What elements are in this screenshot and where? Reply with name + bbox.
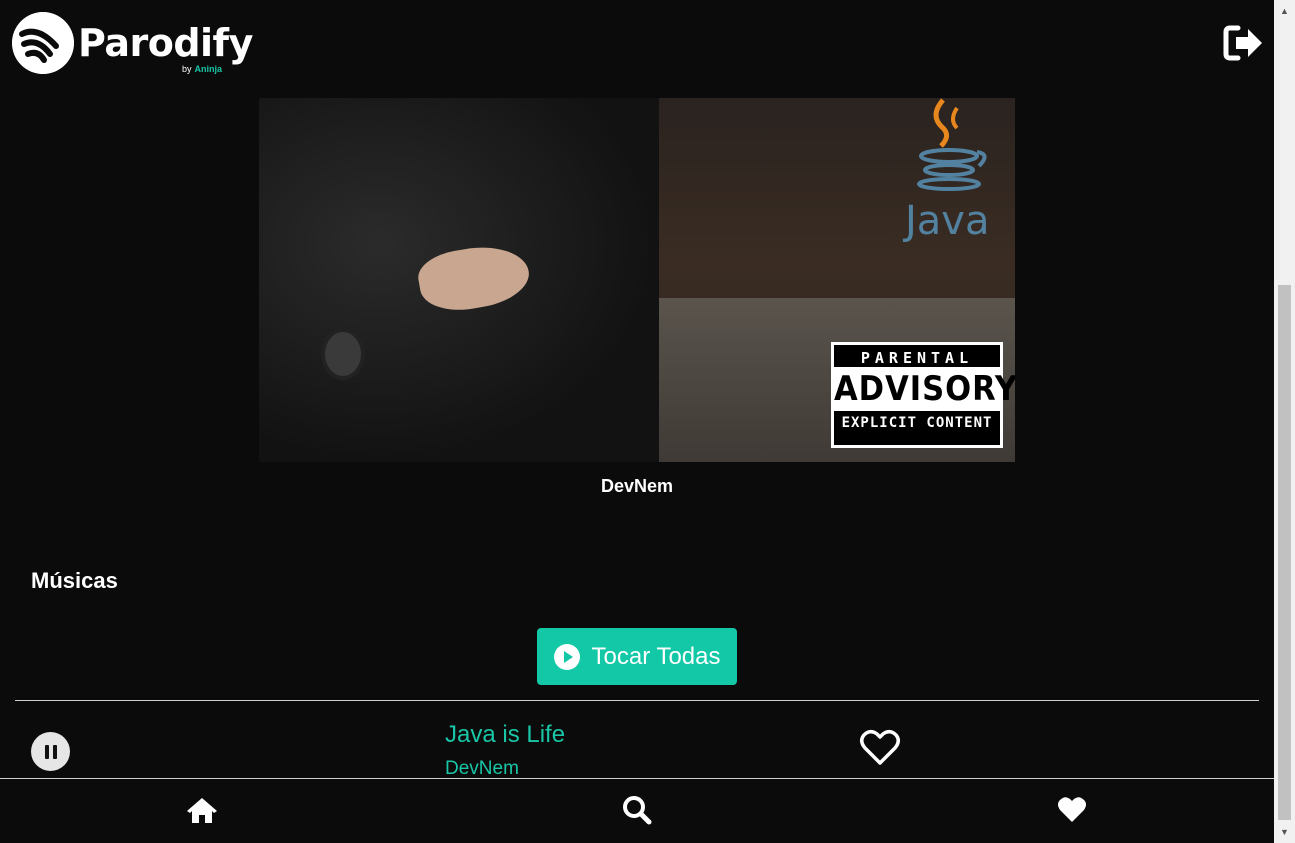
home-icon	[187, 798, 217, 823]
app-name: Parodify	[78, 21, 253, 65]
logo-byline: by Aninja	[182, 64, 222, 74]
java-logo: Java	[899, 98, 999, 248]
track-title[interactable]: Java is Life	[445, 721, 565, 749]
app-page: Parodify by Aninja Java PARENTAL ADVISOR…	[0, 0, 1295, 843]
nav-search[interactable]	[621, 795, 653, 825]
track-artist[interactable]: DevNem	[445, 758, 519, 780]
favorite-button[interactable]	[859, 729, 901, 767]
scrollbar[interactable]: ▲ ▼	[1274, 0, 1295, 843]
pause-icon	[44, 744, 49, 759]
search-icon	[623, 796, 652, 825]
album-artist[interactable]: DevNem	[259, 476, 1015, 497]
by-label: by	[182, 64, 192, 74]
heart-icon	[1058, 797, 1086, 822]
album-cover: Java PARENTAL ADVISORY EXPLICIT CONTENT	[259, 98, 1015, 462]
scroll-down-arrow-icon[interactable]: ▼	[1274, 821, 1295, 843]
advisory-mid: ADVISORY	[834, 367, 1015, 411]
logo[interactable]: Parodify by Aninja	[12, 12, 253, 74]
heart-outline-icon	[860, 730, 900, 765]
bottom-nav	[0, 778, 1274, 843]
advisory-bottom: EXPLICIT CONTENT	[841, 415, 993, 431]
pause-button[interactable]	[31, 732, 70, 771]
advisory-top: PARENTAL	[860, 349, 974, 367]
scroll-up-arrow-icon[interactable]: ▲	[1274, 0, 1295, 22]
nav-home[interactable]	[186, 795, 218, 825]
sign-out-icon	[1223, 25, 1262, 61]
logo-mark-icon	[12, 12, 74, 74]
play-all-button[interactable]: Tocar Todas	[537, 628, 737, 685]
scrollbar-thumb[interactable]	[1278, 285, 1291, 820]
logout-button[interactable]	[1222, 24, 1264, 62]
parental-advisory-label: PARENTAL ADVISORY EXPLICIT CONTENT	[831, 342, 1015, 448]
by-brand: Aninja	[194, 64, 223, 74]
play-circle-icon	[553, 643, 580, 670]
section-title: Músicas	[31, 568, 118, 593]
header: Parodify by Aninja	[0, 0, 1274, 98]
play-all-label: Tocar Todas	[591, 642, 721, 670]
nav-favorites[interactable]	[1056, 795, 1088, 825]
track-row[interactable]: Java is Life DevNem	[15, 701, 1259, 779]
java-label: Java	[902, 198, 990, 244]
